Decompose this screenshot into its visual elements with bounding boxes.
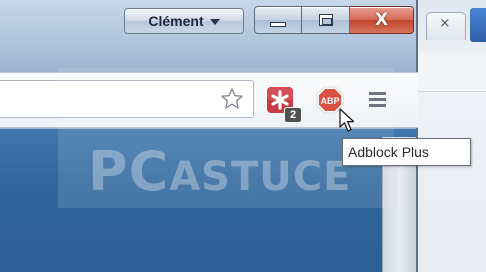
profile-name: Clément: [148, 13, 204, 29]
profile-button[interactable]: Clément: [124, 8, 244, 34]
close-button[interactable]: X: [350, 6, 414, 34]
window-controls: X: [254, 6, 414, 34]
maximize-button[interactable]: [302, 6, 350, 34]
minimize-button[interactable]: [254, 6, 302, 34]
mouse-cursor-icon: [339, 108, 355, 132]
watermark-logo: PCASTUCE: [88, 140, 351, 203]
minimize-icon: [270, 21, 286, 27]
background-window-toolbar: [418, 52, 486, 92]
background-window-new-tab[interactable]: [470, 8, 486, 42]
chevron-down-icon: [209, 19, 220, 25]
tooltip: Adblock Plus: [342, 138, 471, 166]
background-tab-close-icon[interactable]: ×: [438, 14, 452, 34]
watermark-text-big: PC: [88, 140, 170, 203]
watermark-text-small: ASTUCE: [169, 154, 352, 200]
maximize-icon: [318, 14, 333, 26]
close-icon: X: [374, 9, 389, 30]
title-bar: Clément X: [0, 0, 418, 46]
